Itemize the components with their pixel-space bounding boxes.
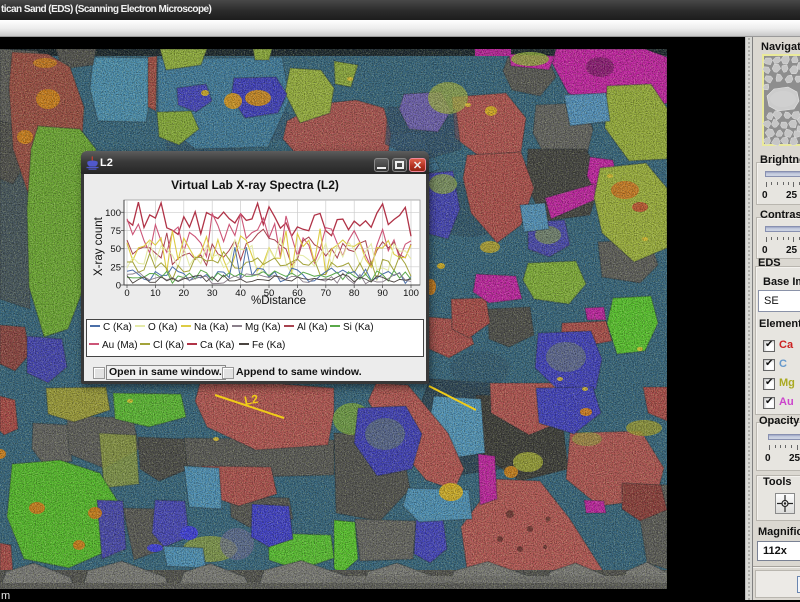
svg-text:30: 30 [207, 288, 218, 299]
svg-text:10: 10 [150, 288, 161, 299]
svg-text:0: 0 [116, 281, 121, 292]
svg-text:L2: L2 [243, 392, 260, 408]
svg-text:20: 20 [179, 288, 190, 299]
svg-text:75: 75 [110, 226, 121, 237]
svg-text:0: 0 [124, 288, 129, 299]
svg-text:50: 50 [110, 244, 121, 255]
svg-text:100: 100 [403, 288, 419, 299]
svg-text:80: 80 [349, 288, 360, 299]
svg-text:25: 25 [110, 262, 121, 273]
svg-text:70: 70 [321, 288, 332, 299]
svg-text:100: 100 [105, 208, 121, 219]
svg-text:90: 90 [377, 288, 388, 299]
svg-text:40: 40 [235, 288, 246, 299]
